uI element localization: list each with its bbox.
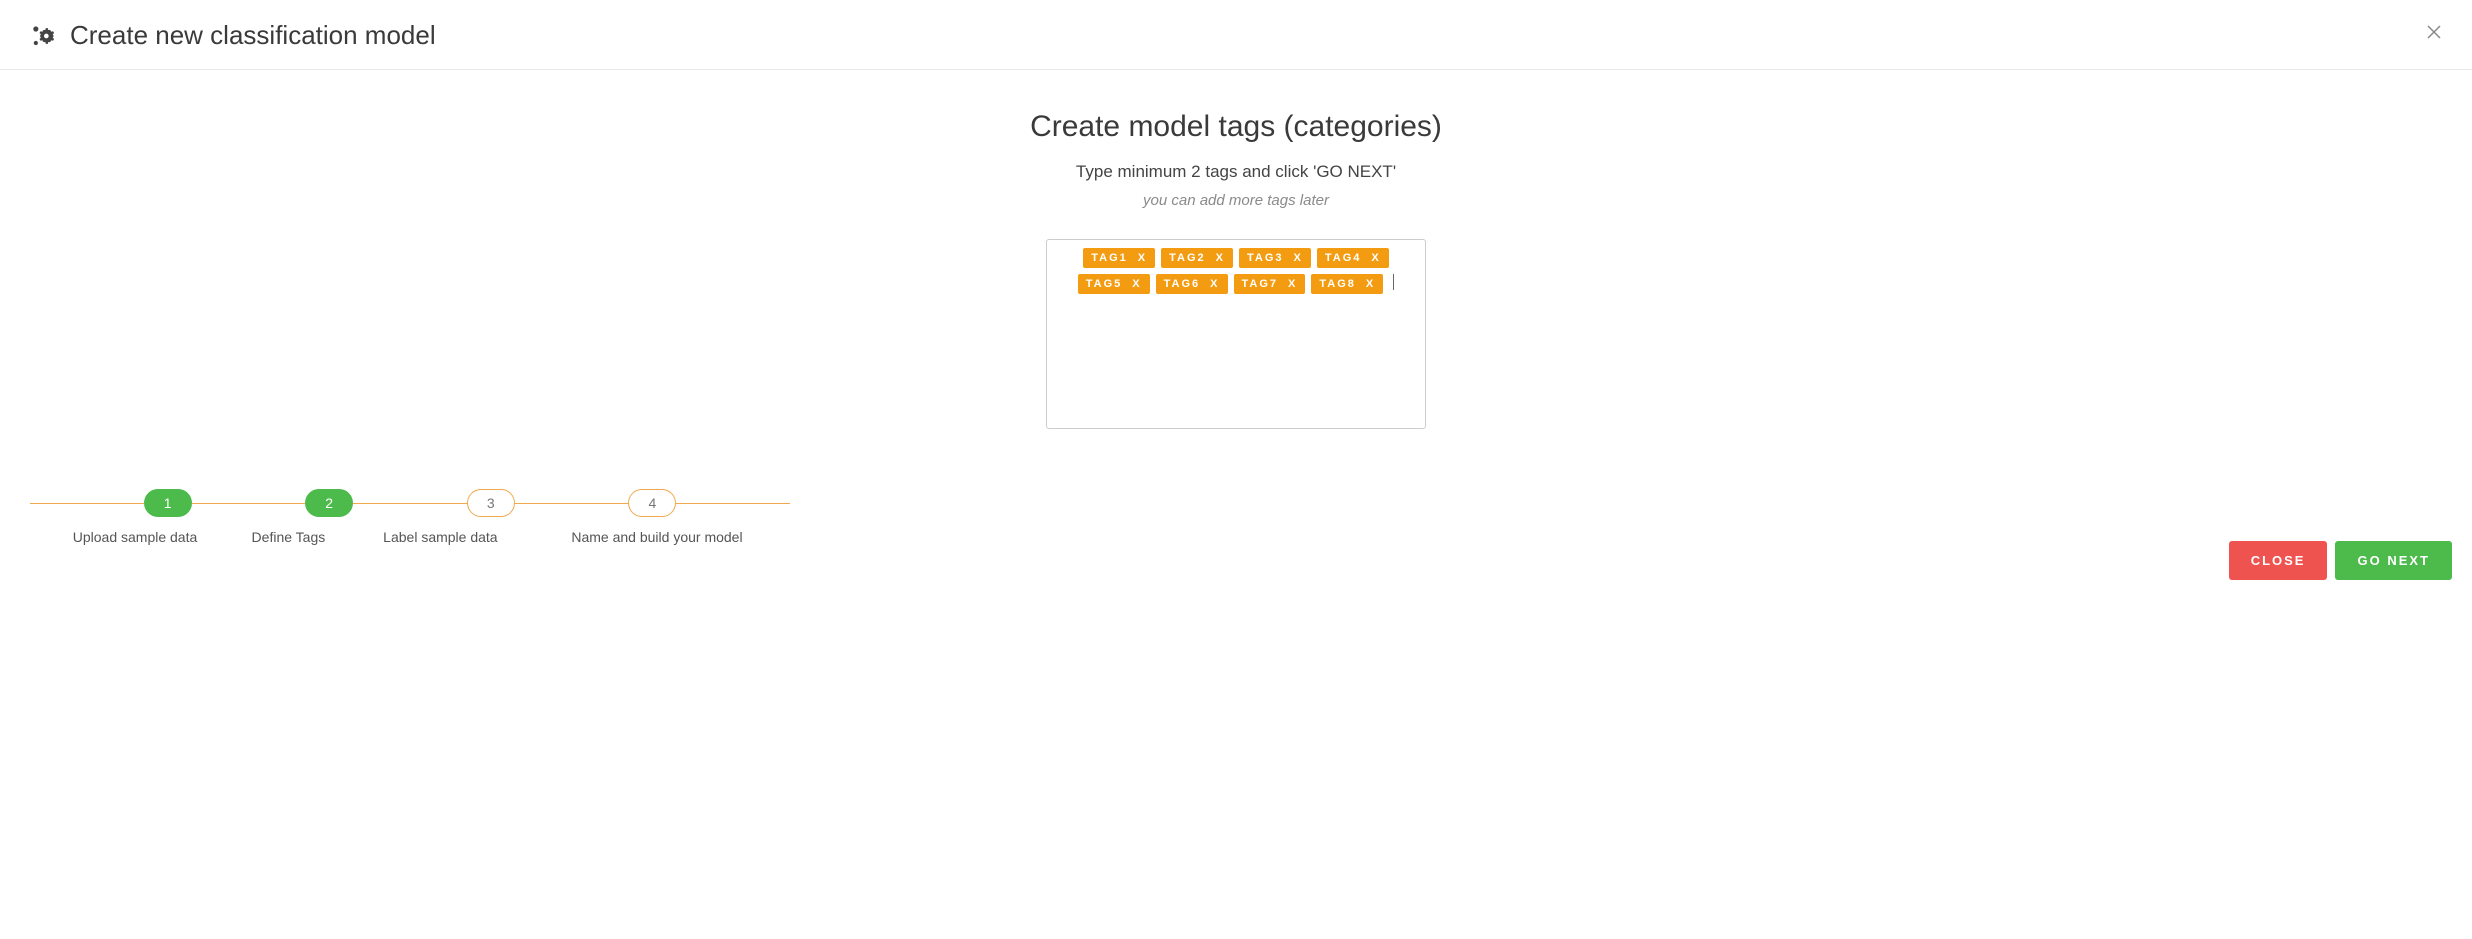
- tag-label: TAG3: [1247, 252, 1284, 264]
- stepper-region: 1 2 3 4 Upload sample dataDefine TagsLabel …: [0, 489, 2472, 545]
- tag-remove-icon[interactable]: X: [1210, 278, 1219, 290]
- step-node-4[interactable]: 4: [628, 489, 676, 517]
- create-model-modal: Create new classification model Create m…: [0, 0, 2472, 600]
- section-subheading: Type minimum 2 tags and click 'GO NEXT': [20, 162, 2452, 182]
- go-next-button[interactable]: GO NEXT: [2335, 541, 2452, 580]
- step-label: Define Tags: [220, 529, 357, 545]
- modal-header: Create new classification model: [0, 0, 2472, 70]
- step-label: Label sample data: [357, 529, 524, 545]
- close-icon[interactable]: [2426, 24, 2442, 40]
- tag-remove-icon[interactable]: X: [1366, 278, 1375, 290]
- step-node-3[interactable]: 3: [467, 489, 515, 517]
- step-line: [30, 503, 144, 504]
- tag-chip[interactable]: TAG8 X: [1311, 274, 1383, 294]
- tag-remove-icon[interactable]: X: [1132, 278, 1141, 290]
- tag-chip[interactable]: TAG7 X: [1234, 274, 1306, 294]
- section-note: you can add more tags later: [20, 192, 2452, 209]
- section-heading: Create model tags (categories): [20, 110, 2452, 144]
- tag-chip[interactable]: TAG3 X: [1239, 248, 1311, 268]
- step-label: Name and build your model: [524, 529, 790, 545]
- stepper-labels: Upload sample dataDefine TagsLabel sampl…: [30, 529, 790, 545]
- tag-remove-icon[interactable]: X: [1288, 278, 1297, 290]
- step-line: [192, 503, 306, 504]
- step-node-2[interactable]: 2: [305, 489, 353, 517]
- tag-label: TAG1: [1091, 252, 1128, 264]
- tag-chip[interactable]: TAG2 X: [1161, 248, 1233, 268]
- step-line: [353, 503, 467, 504]
- tag-input-box[interactable]: TAG1 X TAG2 X TAG3 X TAG4 X TAG5 X TAG6 X TAG7 X TAG8 X: [1046, 239, 1426, 429]
- tag-remove-icon[interactable]: X: [1138, 252, 1147, 264]
- tag-label: TAG6: [1164, 278, 1201, 290]
- tag-label: TAG7: [1242, 278, 1279, 290]
- footer-buttons: CLOSE GO NEXT: [2229, 541, 2452, 580]
- step-label: Upload sample data: [30, 529, 220, 545]
- tag-remove-icon[interactable]: X: [1216, 252, 1225, 264]
- tag-remove-icon[interactable]: X: [1294, 252, 1303, 264]
- tag-remove-icon[interactable]: X: [1371, 252, 1380, 264]
- step-line: [676, 503, 790, 504]
- modal-body: Create model tags (categories) Type mini…: [0, 70, 2472, 449]
- gears-icon: [30, 22, 58, 50]
- stepper: 1 2 3 4: [30, 489, 790, 517]
- tag-chip[interactable]: TAG4 X: [1317, 248, 1389, 268]
- tag-label: TAG8: [1319, 278, 1356, 290]
- close-button[interactable]: CLOSE: [2229, 541, 2328, 580]
- step-line: [515, 503, 629, 504]
- tag-label: TAG4: [1325, 252, 1362, 264]
- step-node-1[interactable]: 1: [144, 489, 192, 517]
- modal-title: Create new classification model: [70, 20, 436, 51]
- tag-chip[interactable]: TAG5 X: [1078, 274, 1150, 294]
- tag-chip[interactable]: TAG1 X: [1083, 248, 1155, 268]
- text-cursor: [1393, 274, 1394, 290]
- tag-label: TAG5: [1086, 278, 1123, 290]
- tag-chip[interactable]: TAG6 X: [1156, 274, 1228, 294]
- tag-label: TAG2: [1169, 252, 1206, 264]
